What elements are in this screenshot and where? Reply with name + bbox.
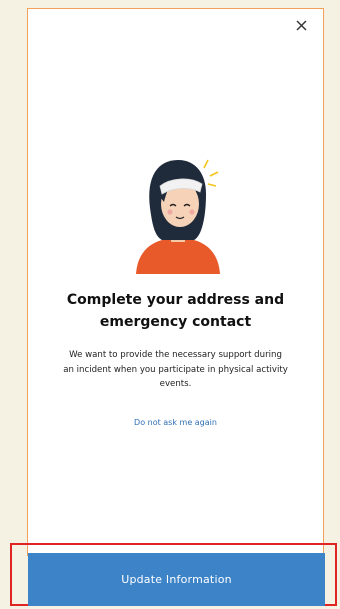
footer-highlight: Update Information (10, 543, 337, 606)
close-button[interactable] (291, 15, 311, 35)
injured-woman-illustration (136, 159, 220, 274)
page: Complete your address and emergency cont… (0, 0, 340, 609)
modal-dialog: Complete your address and emergency cont… (27, 8, 324, 556)
update-information-button[interactable]: Update Information (28, 553, 325, 606)
close-icon (296, 20, 306, 30)
modal-description: We want to provide the necessary support… (63, 350, 288, 389)
do-not-ask-again-link[interactable]: Do not ask me again (28, 418, 323, 427)
modal-title: Complete your address and emergency cont… (66, 292, 285, 330)
